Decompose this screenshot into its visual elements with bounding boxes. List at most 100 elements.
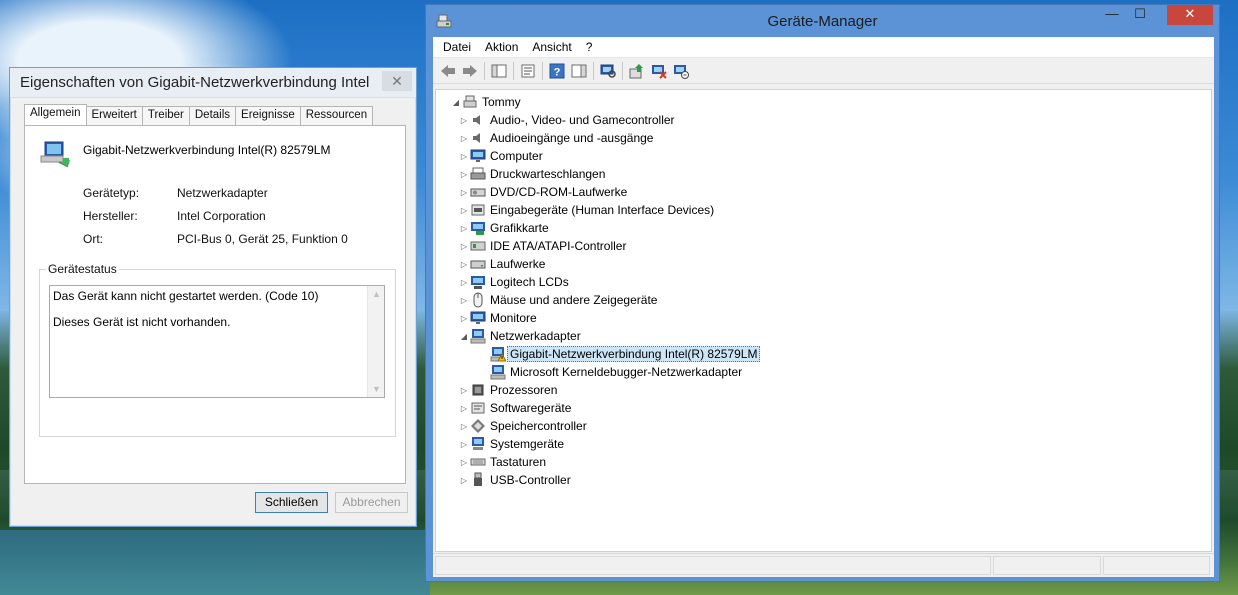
expand-arrow-icon[interactable]: ▷ [458,278,470,287]
minimize-button[interactable]: — [1099,5,1125,25]
status-pane [1103,556,1210,575]
network-adapter-icon [40,141,70,168]
menu-ansicht[interactable]: Ansicht [525,40,578,54]
monitor-icon [470,149,486,162]
display-adapter-icon [471,222,485,235]
tree-root[interactable]: ◢ Tommy [450,93,521,111]
tree-category[interactable]: ▷ Audioeingänge und -ausgänge [458,129,654,147]
expand-arrow-icon[interactable]: ▷ [458,206,470,215]
cancel-button[interactable]: Abbrechen [335,492,408,513]
disable-device-icon[interactable] [648,61,670,81]
tab-erweitert[interactable]: Erweitert [85,106,143,125]
expand-arrow-icon[interactable]: ▷ [458,170,470,179]
scroll-down-icon[interactable]: ▼ [372,384,381,394]
expand-arrow-icon[interactable]: ▷ [458,422,470,431]
status-bar [433,553,1214,577]
show-hide-console-tree-icon[interactable] [488,61,510,81]
back-icon[interactable] [437,61,459,81]
window-close-button[interactable]: ✕ [1167,5,1213,25]
expand-arrow-icon[interactable]: ▷ [458,260,470,269]
tree-category-label: Netzwerkadapter [490,329,581,343]
collapse-arrow-icon[interactable]: ◢ [458,332,470,341]
menu-datei[interactable]: Datei [436,40,478,54]
tree-category[interactable]: ▷ Druckwarteschlangen [458,165,605,183]
expand-arrow-icon[interactable]: ▷ [458,242,470,251]
tree-category-label: Grafikkarte [490,221,549,235]
tree-category[interactable]: ▷ Laufwerke [458,255,545,273]
network-adapter-icon [490,365,506,380]
tree-category[interactable]: ▷ Eingabegeräte (Human Interface Devices) [458,201,714,219]
manufacturer-value: Intel Corporation [177,209,266,223]
software-device-icon [471,402,485,414]
tree-category[interactable]: ▷ Monitore [458,309,537,327]
tree-category[interactable]: ▷ USB-Controller [458,471,571,489]
close-dialog-button[interactable]: Schließen [255,492,328,513]
location-label: Ort: [83,232,103,246]
tree-category-label: DVD/CD-ROM-Laufwerke [490,185,628,199]
tree-category[interactable]: ▷ Prozessoren [458,381,557,399]
tree-category[interactable]: ▷ Computer [458,147,543,165]
tree-category[interactable]: ▷ Tastaturen [458,453,546,471]
tab-ressourcen[interactable]: Ressourcen [299,106,374,125]
tree-category[interactable]: ▷ Logitech LCDs [458,273,569,291]
forward-icon[interactable] [459,61,481,81]
update-driver-icon[interactable] [626,61,648,81]
expand-arrow-icon[interactable]: ▷ [458,152,470,161]
device-status-textbox[interactable]: Das Gerät kann nicht gestartet werden. (… [49,285,385,398]
processor-icon [472,384,484,396]
dialog-close-button[interactable]: ✕ [382,71,412,91]
tree-category[interactable]: ▷ Grafikkarte [458,219,549,237]
tree-category[interactable]: ▷ Systemgeräte [458,435,564,453]
tab-ereignisse[interactable]: Ereignisse [235,106,301,125]
tree-category[interactable]: ▷ Softwaregeräte [458,399,571,417]
device-tree[interactable]: ◢ Tommy ▷ Audio-, Video- und Gamecontroll… [435,89,1212,552]
toolbar-separator [593,61,594,80]
properties-icon[interactable] [517,61,539,81]
help-icon[interactable]: ? [546,61,568,81]
menu-aktion[interactable]: Aktion [478,40,525,54]
tree-category[interactable]: ▷ IDE ATA/ATAPI-Controller [458,237,627,255]
tree-category[interactable]: ▷ Mäuse und andere Zeigegeräte [458,291,657,309]
scan-hardware-icon[interactable] [597,61,619,81]
menu-help[interactable]: ? [579,40,600,54]
storage-controller-icon [471,419,485,433]
uninstall-device-icon[interactable] [670,61,692,81]
printer-icon [470,167,486,180]
tree-category[interactable]: ◢ Netzwerkadapter [458,327,581,345]
expand-arrow-icon[interactable]: ▷ [458,224,470,233]
tree-category[interactable]: ▷ Speichercontroller [458,417,587,435]
expand-arrow-icon[interactable]: ▷ [458,188,470,197]
expand-arrow-icon[interactable]: ▷ [458,314,470,323]
action-pane-icon[interactable] [568,61,590,81]
tree-device[interactable]: Microsoft Kerneldebugger-Netzwerkadapter [490,363,742,381]
tab-allgemein[interactable]: Allgemein [24,104,87,125]
expand-arrow-icon[interactable]: ▷ [458,458,470,467]
speaker-icon [473,115,480,125]
keyboard-icon [470,458,486,466]
expand-arrow-icon[interactable]: ▷ [458,440,470,449]
device-manager-window: Geräte-Manager — ☐ ✕ Datei Aktion Ansich… [425,4,1220,582]
status-line: Dieses Gerät ist nicht vorhanden. [53,315,231,329]
scroll-up-icon[interactable]: ▲ [372,289,381,299]
disk-drive-icon [470,260,486,269]
tree-device[interactable]: Gigabit-Netzwerkverbindung Intel(R) 8257… [490,345,761,363]
expand-arrow-icon[interactable]: ▷ [458,386,470,395]
tree-category[interactable]: ▷ DVD/CD-ROM-Laufwerke [458,183,627,201]
expand-arrow-icon[interactable]: ▷ [458,134,470,143]
tree-category[interactable]: ▷ Audio-, Video- und Gamecontroller [458,111,675,129]
tab-details[interactable]: Details [188,106,237,125]
status-pane [993,556,1101,575]
tree-category-label: Tastaturen [490,455,547,469]
expand-arrow-icon[interactable]: ▷ [458,296,470,305]
tree-category-label: Audio-, Video- und Gamecontroller [490,113,675,127]
network-adapter-warning-icon [490,347,506,362]
collapse-arrow-icon[interactable]: ◢ [450,98,462,107]
window-titlebar: Geräte-Manager — ☐ ✕ [426,5,1219,37]
expand-arrow-icon[interactable]: ▷ [458,116,470,125]
status-scrollbar[interactable]: ▲ ▼ [367,286,384,397]
expand-arrow-icon[interactable]: ▷ [458,404,470,413]
expand-arrow-icon[interactable]: ▷ [458,476,470,485]
maximize-button[interactable]: ☐ [1127,5,1153,25]
svg-text:?: ? [554,66,561,78]
tab-treiber[interactable]: Treiber [141,106,190,125]
